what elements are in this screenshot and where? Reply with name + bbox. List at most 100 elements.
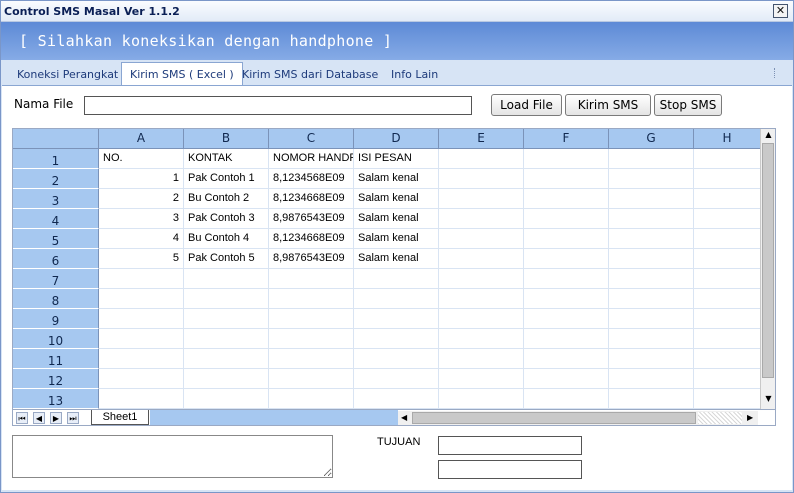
sheet-cell[interactable]: Pak Contoh 1	[184, 169, 269, 189]
sheet-cell[interactable]	[609, 189, 694, 209]
sheet-cell[interactable]: Bu Contoh 4	[184, 229, 269, 249]
sheet-cell[interactable]	[439, 289, 524, 309]
row-header[interactable]: 11	[13, 349, 99, 369]
sheet-cell[interactable]	[99, 369, 184, 389]
column-header[interactable]: G	[609, 129, 694, 149]
sheet-cell[interactable]	[439, 249, 524, 269]
scroll-down-icon[interactable]: ▼	[764, 395, 773, 403]
column-header[interactable]: B	[184, 129, 269, 149]
sheet-cell[interactable]: 1	[99, 169, 184, 189]
sheet-cell[interactable]: 8,9876543E09	[269, 209, 354, 229]
sheet-cell[interactable]	[524, 369, 609, 389]
sheet-cell[interactable]	[524, 289, 609, 309]
horizontal-scrollbar[interactable]: ◀ ▶	[398, 411, 758, 425]
sheet-cell[interactable]	[694, 229, 761, 249]
kirim-sms-button[interactable]: Kirim SMS	[565, 94, 651, 116]
sheet-cell[interactable]	[524, 169, 609, 189]
sheet-cell[interactable]: 3	[99, 209, 184, 229]
sheet-cell[interactable]	[99, 269, 184, 289]
sheet-cell[interactable]	[439, 309, 524, 329]
row-header[interactable]: 7	[13, 269, 99, 289]
sheet-cell[interactable]	[439, 169, 524, 189]
sheet-cell[interactable]: Salam kenal	[354, 209, 439, 229]
sheet-cell[interactable]	[439, 269, 524, 289]
sheet-cell[interactable]	[524, 309, 609, 329]
sheet-cell[interactable]	[524, 229, 609, 249]
sheet-cell[interactable]: 8,9876543E09	[269, 249, 354, 269]
sheet-cell[interactable]	[269, 349, 354, 369]
row-header[interactable]: 13	[13, 389, 99, 409]
tujuan-input-1[interactable]	[438, 436, 582, 455]
column-header[interactable]: E	[439, 129, 524, 149]
sheet-cell[interactable]	[354, 309, 439, 329]
sheet-cell[interactable]	[609, 269, 694, 289]
row-header[interactable]: 9	[13, 309, 99, 329]
sheet-cell[interactable]: 4	[99, 229, 184, 249]
sheet-cell[interactable]	[269, 389, 354, 409]
row-header[interactable]: 12	[13, 369, 99, 389]
first-sheet-icon[interactable]: ⏮	[16, 412, 28, 424]
row-header[interactable]: 5	[13, 229, 99, 249]
sheet-cell[interactable]: Bu Contoh 2	[184, 189, 269, 209]
sheet-cell[interactable]	[184, 309, 269, 329]
sheet-cell[interactable]	[609, 229, 694, 249]
sheet-cell[interactable]	[609, 369, 694, 389]
tab-kirim-sms-database[interactable]: Kirim SMS dari Database	[234, 65, 386, 85]
sheet-cell[interactable]: ISI PESAN	[354, 149, 439, 169]
stop-sms-button[interactable]: Stop SMS	[654, 94, 722, 116]
row-header[interactable]: 4	[13, 209, 99, 229]
nama-file-input[interactable]	[84, 96, 472, 115]
sheet-cell[interactable]	[439, 149, 524, 169]
close-icon[interactable]: ✕	[773, 4, 788, 18]
sheet-cell[interactable]	[609, 349, 694, 369]
horizontal-scroll-thumb[interactable]	[412, 412, 696, 424]
sheet-cell[interactable]	[439, 389, 524, 409]
vertical-scrollbar[interactable]: ▲ ▼	[760, 129, 775, 409]
column-header[interactable]: H	[694, 129, 761, 149]
sheet-cell[interactable]: Salam kenal	[354, 189, 439, 209]
sheet-cell[interactable]	[99, 309, 184, 329]
sheet-cell[interactable]	[354, 369, 439, 389]
sheet-cell[interactable]	[269, 329, 354, 349]
sheet-cell[interactable]	[354, 289, 439, 309]
column-header[interactable]: D	[354, 129, 439, 149]
row-header[interactable]: 3	[13, 189, 99, 209]
sheet-cell[interactable]	[99, 289, 184, 309]
sheet-cell[interactable]: 8,1234668E09	[269, 229, 354, 249]
column-header[interactable]: F	[524, 129, 609, 149]
last-sheet-icon[interactable]: ⏭	[67, 412, 79, 424]
sheet-cell[interactable]	[609, 289, 694, 309]
sheet-cell[interactable]	[524, 149, 609, 169]
sheet-cell[interactable]: NOMOR HANDPHONE	[269, 149, 354, 169]
sheet-cell[interactable]	[524, 389, 609, 409]
sheet-cell[interactable]	[269, 269, 354, 289]
sheet-cell[interactable]	[354, 389, 439, 409]
message-textarea[interactable]	[12, 435, 333, 478]
sheet-cell[interactable]	[694, 329, 761, 349]
sheet-cell[interactable]	[184, 329, 269, 349]
sheet-cell[interactable]	[184, 269, 269, 289]
sheet-cell[interactable]	[439, 209, 524, 229]
spreadsheet[interactable]: ABCDEFGH 1NO.KONTAKNOMOR HANDPHONEISI PES…	[12, 128, 776, 426]
sheet-cell[interactable]	[269, 309, 354, 329]
sheet-cell[interactable]: Salam kenal	[354, 249, 439, 269]
sheet-cell[interactable]	[354, 349, 439, 369]
sheet-cell[interactable]	[694, 249, 761, 269]
sheet-cell[interactable]	[354, 329, 439, 349]
sheet-cell[interactable]	[439, 369, 524, 389]
tab-info-lain[interactable]: Info Lain	[383, 65, 446, 85]
row-header[interactable]: 10	[13, 329, 99, 349]
sheet-cell[interactable]	[184, 349, 269, 369]
sheet-cell[interactable]	[439, 349, 524, 369]
sheet-cell[interactable]	[184, 369, 269, 389]
sheet-cell[interactable]: Pak Contoh 3	[184, 209, 269, 229]
sheet-cell[interactable]	[694, 289, 761, 309]
scroll-up-icon[interactable]: ▲	[764, 131, 773, 139]
sheet-cell[interactable]	[609, 209, 694, 229]
sheet-cell[interactable]: 5	[99, 249, 184, 269]
sheet-cell[interactable]	[354, 269, 439, 289]
sheet-cell[interactable]	[609, 249, 694, 269]
column-header[interactable]: A	[99, 129, 184, 149]
sheet-cell[interactable]	[694, 169, 761, 189]
sheet-cell[interactable]: 2	[99, 189, 184, 209]
